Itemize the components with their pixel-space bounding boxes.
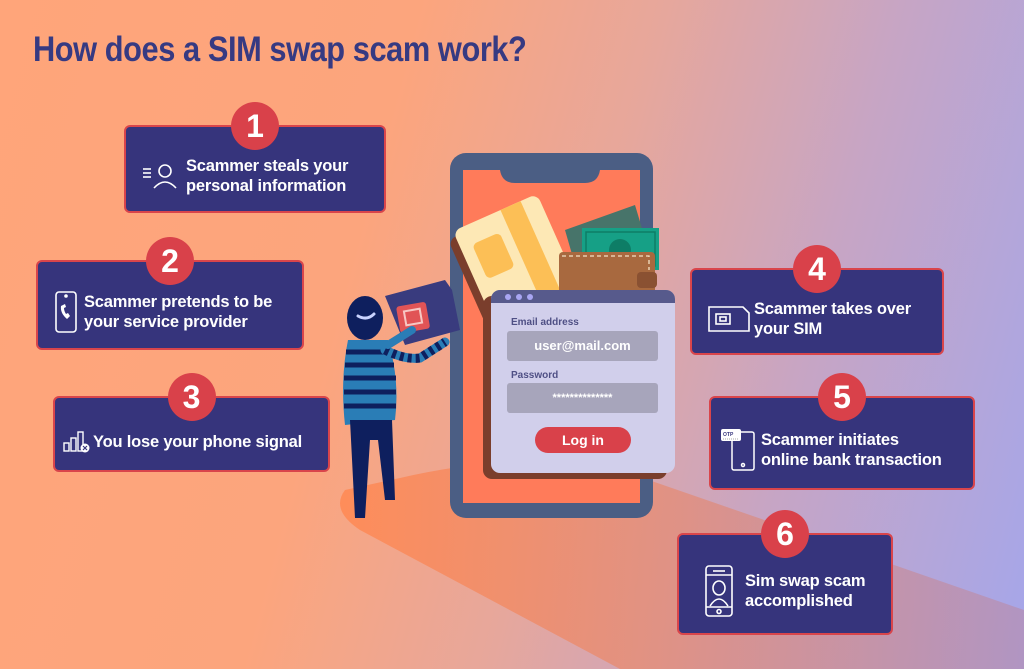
email-field[interactable]: user@mail.com: [507, 331, 658, 361]
step-card-3: 3 You lose your phone signal: [53, 373, 330, 472]
phone-call-icon: [48, 291, 84, 333]
step-number-badge: 2: [146, 237, 194, 285]
step-number-badge: 6: [761, 510, 809, 558]
window-dot-icon: [505, 293, 511, 300]
email-label: Email address: [511, 317, 579, 328]
step-text: Sim swap scam accomplished: [745, 572, 866, 610]
window-titlebar: [491, 290, 675, 303]
window-dot-icon: [516, 293, 522, 300]
step-card-6: 6 Sim swap scam accomplished: [677, 510, 893, 635]
step-card-5: 5 OTP Scammer initiates online bank trans…: [709, 373, 975, 490]
window-dot-icon: [527, 293, 533, 300]
no-signal-icon: [61, 431, 93, 453]
step-card-1: 1 Scammer steals your personal informatio…: [124, 102, 386, 213]
login-button[interactable]: Log in: [535, 427, 631, 453]
step-number-badge: 1: [231, 102, 279, 150]
svg-text:OTP: OTP: [723, 432, 734, 438]
password-label: Password: [511, 370, 559, 381]
step-text: Scammer steals your personal information: [186, 157, 349, 195]
login-form: Email address user@mail.com Password ***…: [491, 290, 675, 473]
step-text: Scammer pretends to be your service provi…: [84, 293, 273, 331]
step-text: Scammer takes over your SIM: [754, 299, 911, 338]
step-number-badge: 5: [818, 373, 866, 421]
step-number-badge: 4: [793, 245, 841, 293]
password-field[interactable]: **************: [507, 383, 658, 413]
otp-phone-icon: OTP: [717, 428, 761, 472]
step-number-badge: 3: [167, 373, 216, 421]
step-text: You lose your phone signal: [93, 433, 303, 451]
sim-card-icon: [704, 305, 754, 333]
step-text: Scammer initiates online bank transaction: [761, 431, 942, 469]
step-card-4: 4 Scammer takes over your SIM: [690, 245, 944, 355]
phone-user-icon: [693, 565, 745, 617]
person-info-icon: [136, 160, 186, 192]
step-card-2: 2 Scammer pretends to be your service pro…: [36, 237, 304, 350]
